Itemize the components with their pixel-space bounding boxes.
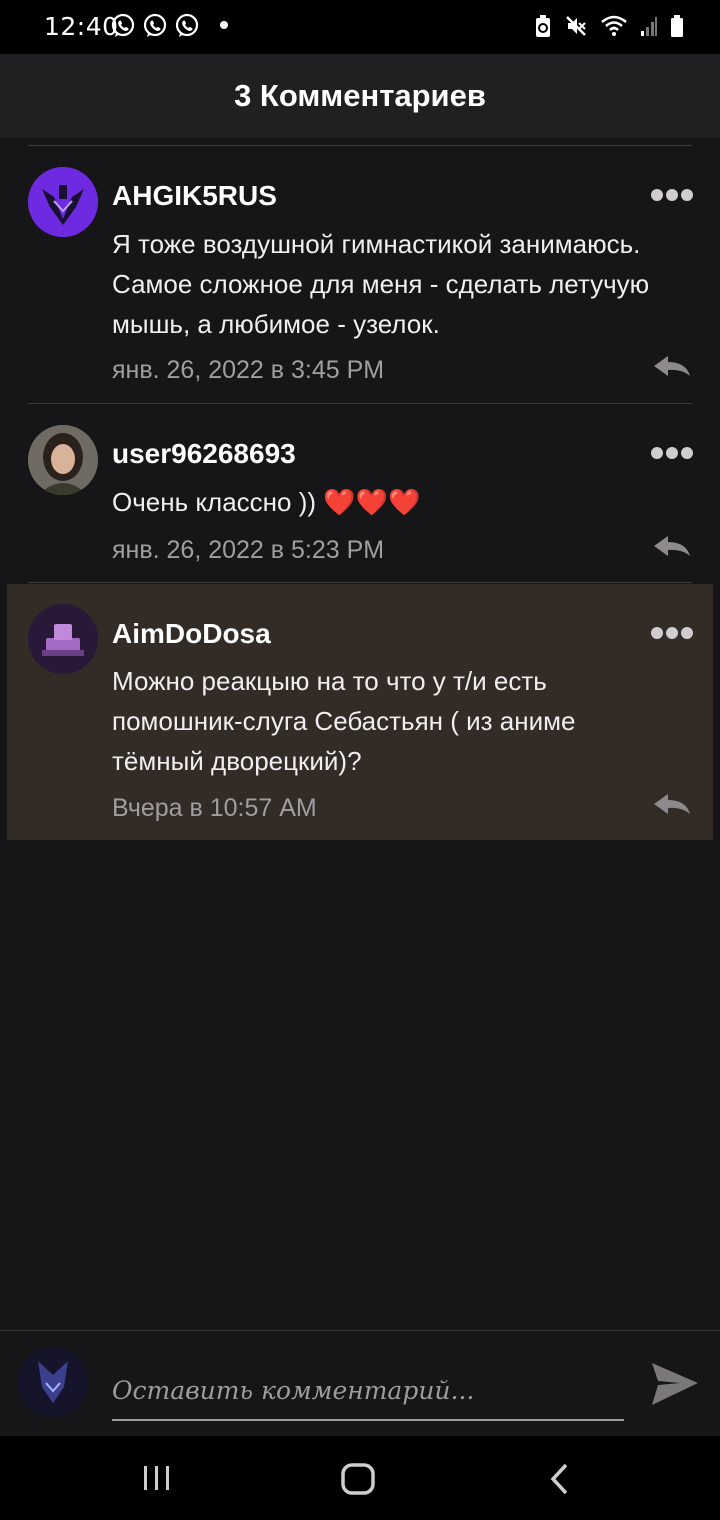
- back-icon[interactable]: [548, 1462, 572, 1496]
- comment-username[interactable]: user96268693: [112, 438, 296, 470]
- comment-text-line: Можно реакцыю на то что у т/и есть: [112, 666, 547, 696]
- comment-text-line: тёмный дворецкий)?: [112, 746, 362, 776]
- mute-icon: [566, 16, 586, 36]
- comment-text-line: помошник-слуга Себастьян ( из аниме: [112, 706, 576, 736]
- person-avatar-icon: [28, 425, 98, 495]
- viber-icon: [175, 13, 199, 37]
- comment-text: Я тоже воздушной гимнастикой занимаюсь. …: [112, 224, 692, 344]
- comment-item: user96268693 Очень классно )) ❤️❤️❤️ янв…: [0, 404, 720, 582]
- my-avatar: [18, 1347, 88, 1417]
- battery-saver-icon: [536, 15, 550, 37]
- comment-item-highlighted: AimDoDosa Можно реакцыю на то что у т/и …: [7, 584, 713, 840]
- comment-username[interactable]: AimDoDosa: [112, 618, 271, 650]
- comment-text-line: Самое сложное для меня - сделать летучую: [112, 269, 650, 299]
- avatar[interactable]: [28, 425, 98, 495]
- comment-text: Очень классно )) ❤️❤️❤️: [112, 482, 692, 522]
- more-options-icon[interactable]: [650, 188, 694, 202]
- robot-avatar-icon: [18, 1347, 88, 1417]
- viber-icon: [111, 13, 135, 37]
- reply-icon[interactable]: [652, 792, 692, 816]
- comment-timestamp: янв. 26, 2022 в 5:23 PM: [112, 536, 385, 564]
- system-nav-bar: [0, 1436, 720, 1520]
- machine-avatar-icon: [28, 604, 98, 674]
- comment-text-line: Очень классно )) ❤️❤️❤️: [112, 487, 421, 517]
- robot-avatar-icon: [28, 167, 98, 237]
- comment-text-line: мышь, а любимое - узелок.: [112, 309, 440, 339]
- reply-icon[interactable]: [652, 354, 692, 378]
- comment-timestamp: Вчера в 10:57 AM: [112, 794, 317, 822]
- avatar[interactable]: [28, 604, 98, 674]
- comment-item: AHGIK5RUS Я тоже воздушной гимнастикой з…: [0, 146, 720, 403]
- signal-icon: [641, 17, 657, 36]
- system-icons: [534, 14, 684, 38]
- page-title: 3 Комментариев: [234, 78, 486, 113]
- comment-text-line: Я тоже воздушной гимнастикой занимаюсь.: [112, 229, 641, 259]
- status-time: 12:40: [44, 12, 119, 41]
- viber-icon: [143, 13, 167, 37]
- battery-icon: [671, 15, 683, 37]
- divider: [28, 582, 692, 583]
- comment-input[interactable]: [112, 1361, 624, 1421]
- status-bar: 12:40: [0, 0, 720, 54]
- reply-icon[interactable]: [652, 534, 692, 558]
- more-options-icon[interactable]: [650, 446, 694, 460]
- comment-composer: [0, 1330, 720, 1437]
- comment-text: Можно реакцыю на то что у т/и есть помош…: [112, 661, 692, 781]
- more-options-icon[interactable]: [650, 626, 694, 640]
- recent-apps-icon[interactable]: [142, 1464, 172, 1492]
- home-icon[interactable]: [340, 1462, 376, 1496]
- avatar[interactable]: [28, 167, 98, 237]
- send-icon[interactable]: [650, 1359, 700, 1409]
- comment-username[interactable]: AHGIK5RUS: [112, 180, 277, 212]
- comment-timestamp: янв. 26, 2022 в 3:45 PM: [112, 356, 385, 384]
- wifi-icon: [601, 15, 627, 36]
- notification-icons: [110, 12, 228, 38]
- dot-icon: [220, 21, 228, 29]
- comments-header: 3 Комментариев: [0, 54, 720, 138]
